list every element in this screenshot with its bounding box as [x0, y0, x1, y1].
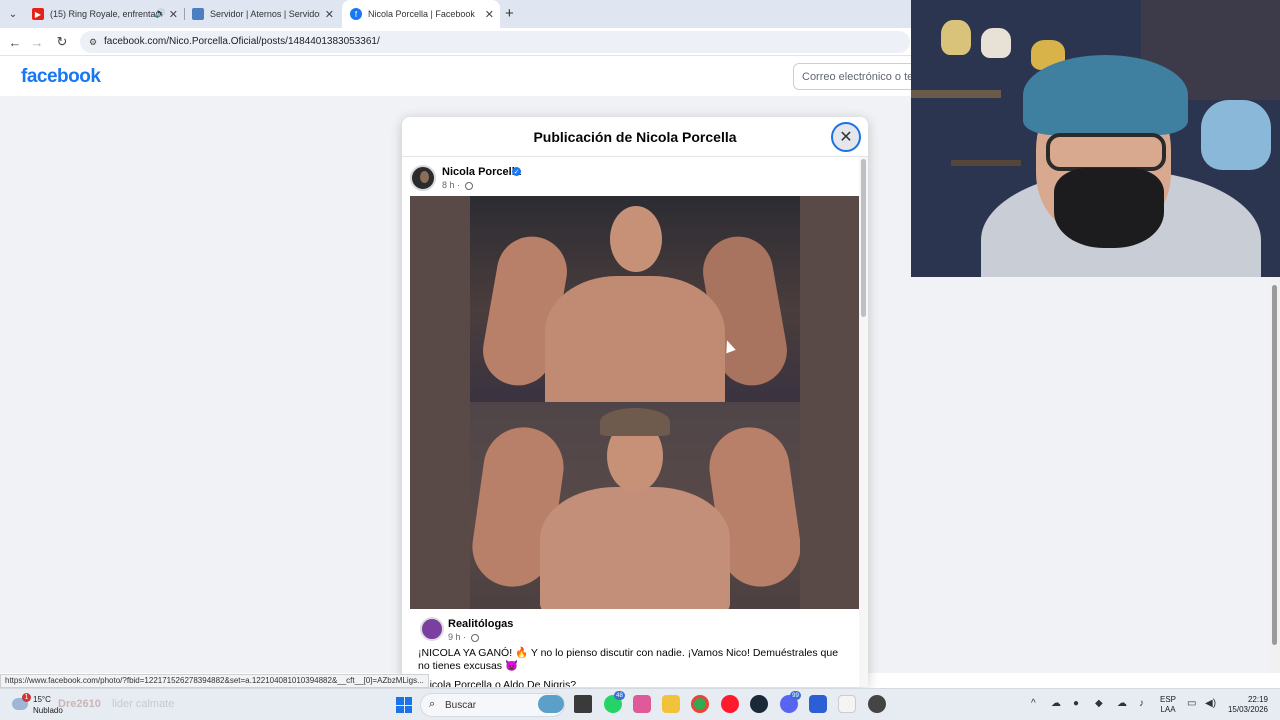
speaker-icon[interactable]: 🔊 [155, 8, 166, 19]
url-text[interactable]: facebook.com/Nico.Porcella.Oficial/posts… [104, 36, 380, 47]
globe-icon [470, 633, 479, 642]
taskbar: 1 15°C Nublado Dre2610 lider calmate ⌕ B… [0, 688, 1280, 720]
tab-facebook[interactable]: f Nicola Porcella | Facebook ✕ [342, 0, 500, 28]
shared-post-time: 9 h · [448, 632, 479, 642]
dialog-header: Publicación de Nicola Porcella ✕ [402, 117, 868, 157]
file-explorer-icon[interactable] [662, 695, 680, 713]
close-icon: ✕ [839, 129, 853, 146]
address-bar[interactable]: ⚙ facebook.com/Nico.Porcella.Oficial/pos… [80, 31, 910, 53]
page-scroll-thumb[interactable] [1272, 285, 1277, 645]
new-tab-button[interactable]: + [505, 5, 514, 22]
stream-chat-message: lider calmate [112, 698, 175, 710]
torso-top [545, 276, 725, 402]
facebook-logo[interactable]: facebook [21, 66, 101, 88]
close-tab-icon[interactable]: ✕ [485, 8, 494, 21]
author-name[interactable]: Nicola Porcella [442, 166, 521, 178]
obs-icon[interactable] [868, 695, 886, 713]
onedrive-icon[interactable]: ☁ [1051, 698, 1061, 709]
reload-icon[interactable]: ↻ [53, 33, 71, 51]
photo-top-half [470, 196, 800, 402]
windows-start-icon[interactable] [396, 697, 412, 713]
beanie [1023, 55, 1188, 135]
post-photo[interactable] [410, 196, 860, 609]
glasses [1046, 133, 1166, 171]
aternos-icon [192, 8, 204, 20]
page-scrollbar[interactable] [1269, 277, 1280, 673]
plush-toy [1201, 100, 1271, 170]
post-caption: ¡NICOLA YA GANÓ! 🔥 Y no lo pienso discut… [418, 647, 839, 672]
copilot-icon[interactable] [633, 695, 651, 713]
tray-overflow-icon[interactable]: ^ [1031, 698, 1036, 709]
clock-time: 22:19 [1247, 695, 1268, 704]
opera-icon[interactable] [721, 695, 739, 713]
search-icon: ⌕ [429, 698, 436, 710]
site-info-icon[interactable]: ⚙ [86, 35, 100, 49]
tray-cloud-icon[interactable]: ☁ [1117, 698, 1127, 709]
globe-icon [464, 181, 473, 190]
author-avatar[interactable] [410, 165, 436, 191]
tray-app-icon[interactable]: ● [1073, 698, 1079, 709]
discord-badge: 99 [790, 691, 801, 700]
tab-aternos[interactable]: Servidor | Aternos | Servidor de ✕ [184, 0, 340, 28]
weather-badge: 1 [22, 693, 31, 702]
microphone-icon[interactable]: ♪ [1139, 698, 1144, 709]
forward-icon[interactable]: → [28, 33, 46, 51]
task-view-icon[interactable] [574, 695, 592, 713]
cap [600, 408, 670, 436]
shared-page-avatar[interactable] [420, 617, 444, 641]
volume-icon[interactable]: ◀) [1205, 698, 1216, 709]
whatsapp-badge: 48 [614, 691, 625, 700]
tab-search-chevron-icon[interactable]: ⌄ [4, 5, 22, 23]
webcam-overlay [911, 0, 1280, 277]
language-code: ESP [1160, 695, 1177, 704]
text-app-icon[interactable] [838, 695, 856, 713]
clock[interactable]: 22:19 15/03/2026 [1224, 695, 1268, 715]
clock-date: 15/03/2026 [1227, 705, 1268, 714]
shared-page-name[interactable]: Realitólogas [448, 618, 513, 630]
dialog-scrollbar[interactable] [859, 157, 868, 687]
plush-toy [981, 28, 1011, 58]
app-icon[interactable] [809, 695, 827, 713]
language-indicator[interactable]: ESP LAA [1160, 695, 1176, 715]
close-tab-icon[interactable]: ✕ [169, 8, 178, 21]
post-time: 8 h · [442, 180, 473, 190]
dialog-title: Publicación de Nicola Porcella [533, 129, 737, 145]
facebook-icon: f [350, 8, 362, 20]
dialog-scroll-thumb[interactable] [861, 159, 866, 317]
tab-youtube[interactable]: ▶ (15) Ring Royale, enfrentam 🔊 ✕ [24, 0, 184, 28]
close-dialog-button[interactable]: ✕ [831, 122, 861, 152]
youtube-icon: ▶ [32, 8, 44, 20]
weather-temp[interactable]: 15°C [33, 695, 51, 704]
link-status-bubble: https://www.facebook.com/photo/?fbid=122… [0, 674, 429, 688]
tray-app-icon[interactable]: ◆ [1095, 698, 1103, 709]
chrome-icon[interactable] [691, 695, 709, 713]
verified-badge-icon: ✓ [512, 167, 521, 176]
photo-right-margin [800, 196, 860, 609]
shelf [951, 160, 1021, 166]
head-top [610, 206, 662, 272]
search-label: Buscar [445, 700, 477, 711]
widget-icon[interactable] [538, 695, 564, 713]
photo-left-margin [410, 196, 470, 609]
face-mask [1054, 168, 1164, 248]
steam-icon[interactable] [750, 695, 768, 713]
plush-toy [941, 20, 971, 55]
keyboard-layout: LAA [1160, 705, 1176, 714]
shelf [911, 90, 1001, 98]
close-tab-icon[interactable]: ✕ [325, 8, 334, 21]
stream-chat-user: Dre2610 [58, 698, 101, 710]
back-icon[interactable]: ← [6, 33, 24, 51]
display-icon[interactable]: ▭ [1187, 698, 1196, 709]
post-dialog: Publicación de Nicola Porcella ✕ Nicola … [402, 117, 868, 687]
post-caption-line2: Nicola Porcella o Aldo De Nigris? [422, 679, 577, 687]
torso-bottom [540, 487, 730, 609]
photo-bottom-half [470, 402, 800, 609]
